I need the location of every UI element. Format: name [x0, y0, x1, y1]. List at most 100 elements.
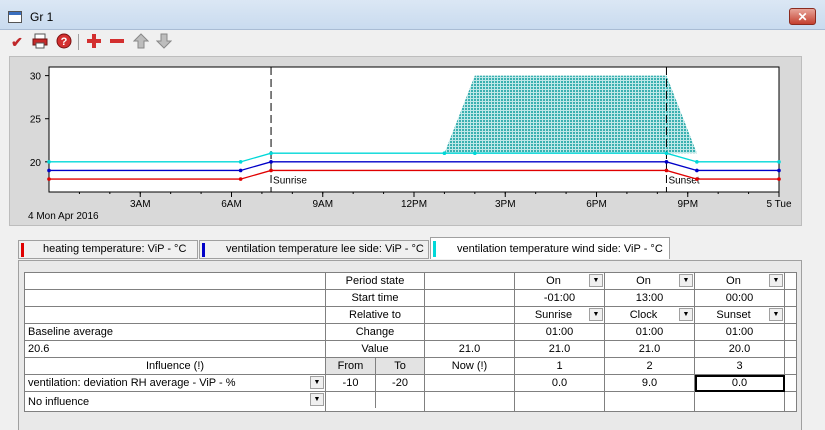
chevron-down-icon[interactable]: ▼: [310, 393, 324, 406]
influence-1-value-2[interactable]: 9.0: [604, 374, 695, 392]
period-state-1-select[interactable]: On ▼: [514, 272, 605, 290]
tab-color-swatch: [21, 243, 24, 257]
value-1-cell[interactable]: 21.0: [514, 340, 605, 358]
tab-ventilation-lee-side[interactable]: ventilation temperature lee side: ViP - …: [199, 240, 429, 259]
series-point: [777, 160, 781, 164]
change-3-cell[interactable]: 01:00: [694, 323, 785, 341]
period-3-header[interactable]: 3: [694, 357, 785, 375]
series-point: [269, 151, 273, 156]
x-tick-label: 12PM: [401, 199, 427, 210]
empty-cell: [424, 323, 515, 341]
empty-cell: [24, 289, 326, 307]
empty-cell: [424, 289, 515, 307]
series-point: [695, 168, 699, 173]
influence-1-to[interactable]: -20: [376, 376, 424, 391]
empty-cell: [424, 306, 515, 324]
period-state-2-select[interactable]: On ▼: [604, 272, 695, 290]
change-2-cell[interactable]: 01:00: [604, 323, 695, 341]
table-row: Baseline average Change 01:00 01:00 01:0…: [24, 323, 797, 341]
empty-cell: [784, 357, 797, 375]
baseline-label: Baseline average: [24, 323, 326, 341]
x-tick-label: 3AM: [130, 199, 151, 210]
influence-1-select[interactable]: ventilation: deviation RH average - ViP …: [24, 374, 326, 392]
row-label-value: Value: [325, 340, 425, 358]
series-tabs: heating temperature: ViP - °C ventilatio…: [18, 237, 798, 260]
series-point: [47, 177, 51, 181]
value-3-cell[interactable]: 20.0: [694, 340, 785, 358]
influence-2-select[interactable]: No influence ▼: [24, 391, 326, 412]
influence-header-row: Influence (!) From To Now (!) 1 2 3: [24, 357, 797, 375]
start-time-3-cell[interactable]: 00:00: [694, 289, 785, 307]
series-point: [238, 160, 243, 164]
tab-label: ventilation temperature wind side: ViP -…: [457, 243, 663, 255]
influence-row: ventilation: deviation RH average - ViP …: [24, 374, 797, 392]
influence-1-from[interactable]: -10: [327, 375, 376, 391]
tab-color-swatch: [202, 243, 205, 257]
empty-cell: [784, 340, 797, 358]
influence-2-value-1[interactable]: [514, 391, 605, 412]
relative-to-1-select[interactable]: Sunrise ▼: [514, 306, 605, 324]
series-point: [695, 160, 699, 164]
empty-cell: [784, 374, 797, 392]
influence-row: No influence ▼: [24, 391, 797, 412]
influence-2-now: [424, 391, 515, 412]
value-2-cell[interactable]: 21.0: [604, 340, 695, 358]
temperature-chart: 20 25 30 3AM 6AM 9AM 12PM 3PM 6PM 9PM 5 Tue Sunrise…: [30, 66, 792, 210]
series-point: [664, 168, 669, 173]
y-tick-label: 25: [30, 115, 42, 126]
chevron-down-icon[interactable]: ▼: [769, 274, 783, 287]
row-label-change: Change: [325, 323, 425, 341]
change-1-cell[interactable]: 01:00: [514, 323, 605, 341]
now-header: Now (!): [424, 357, 515, 375]
chevron-down-icon[interactable]: ▼: [310, 376, 324, 389]
influence-2-value-3[interactable]: [694, 391, 785, 412]
influence-2-to[interactable]: [376, 393, 424, 409]
series-point: [47, 160, 51, 164]
series-point: [269, 168, 273, 173]
series-point: [777, 168, 781, 173]
baseline-value: 20.6: [24, 340, 326, 358]
series-point: [238, 177, 243, 181]
marker-label: Sunrise: [273, 175, 307, 186]
chevron-down-icon[interactable]: ▼: [589, 274, 603, 287]
value-now-cell: 21.0: [424, 340, 515, 358]
chevron-down-icon[interactable]: ▼: [679, 274, 693, 287]
influence-1-value-3[interactable]: 0.0: [694, 374, 785, 392]
from-to-header: From To: [325, 357, 425, 375]
to-header: To: [376, 358, 424, 374]
series-point: [695, 177, 699, 181]
x-tick-label: 3PM: [495, 199, 516, 210]
settings-table: Period state On ▼ On ▼ On ▼ Start time -01:…: [24, 272, 797, 412]
period-state-3-select[interactable]: On ▼: [694, 272, 785, 290]
x-tick-label: 6PM: [586, 199, 607, 210]
influence-2-value-2[interactable]: [604, 391, 695, 412]
chevron-down-icon[interactable]: ▼: [589, 308, 603, 321]
relative-to-3-select[interactable]: Sunset ▼: [694, 306, 785, 324]
tab-label: ventilation temperature lee side: ViP - …: [226, 243, 424, 255]
chevron-down-icon[interactable]: ▼: [769, 308, 783, 321]
start-time-2-cell[interactable]: 13:00: [604, 289, 695, 307]
influence-1-value-1[interactable]: 0.0: [514, 374, 605, 392]
from-header: From: [326, 358, 376, 374]
y-tick-label: 20: [30, 158, 42, 169]
relative-to-2-select[interactable]: Clock ▼: [604, 306, 695, 324]
empty-cell: [784, 289, 797, 307]
influence-header: Influence (!): [24, 357, 326, 375]
x-tick-label: 9AM: [312, 199, 333, 210]
series-point: [442, 151, 447, 156]
start-time-1-cell[interactable]: -01:00: [514, 289, 605, 307]
y-tick-label: 30: [30, 72, 42, 83]
table-row: Period state On ▼ On ▼ On ▼: [24, 272, 797, 290]
period-2-header[interactable]: 2: [604, 357, 695, 375]
period-1-header[interactable]: 1: [514, 357, 605, 375]
tab-ventilation-wind-side[interactable]: ventilation temperature wind side: ViP -…: [430, 237, 670, 259]
table-row: Start time -01:00 13:00 00:00: [24, 289, 797, 307]
empty-cell: [424, 272, 515, 290]
influence-2-from[interactable]: [327, 392, 376, 408]
series-point: [269, 160, 273, 164]
influence-1-now: [424, 374, 515, 392]
tab-heating-temperature[interactable]: heating temperature: ViP - °C: [18, 240, 198, 259]
chevron-down-icon[interactable]: ▼: [679, 308, 693, 321]
empty-cell: [784, 323, 797, 341]
influence-1-from-to: -10 -20: [325, 374, 425, 392]
